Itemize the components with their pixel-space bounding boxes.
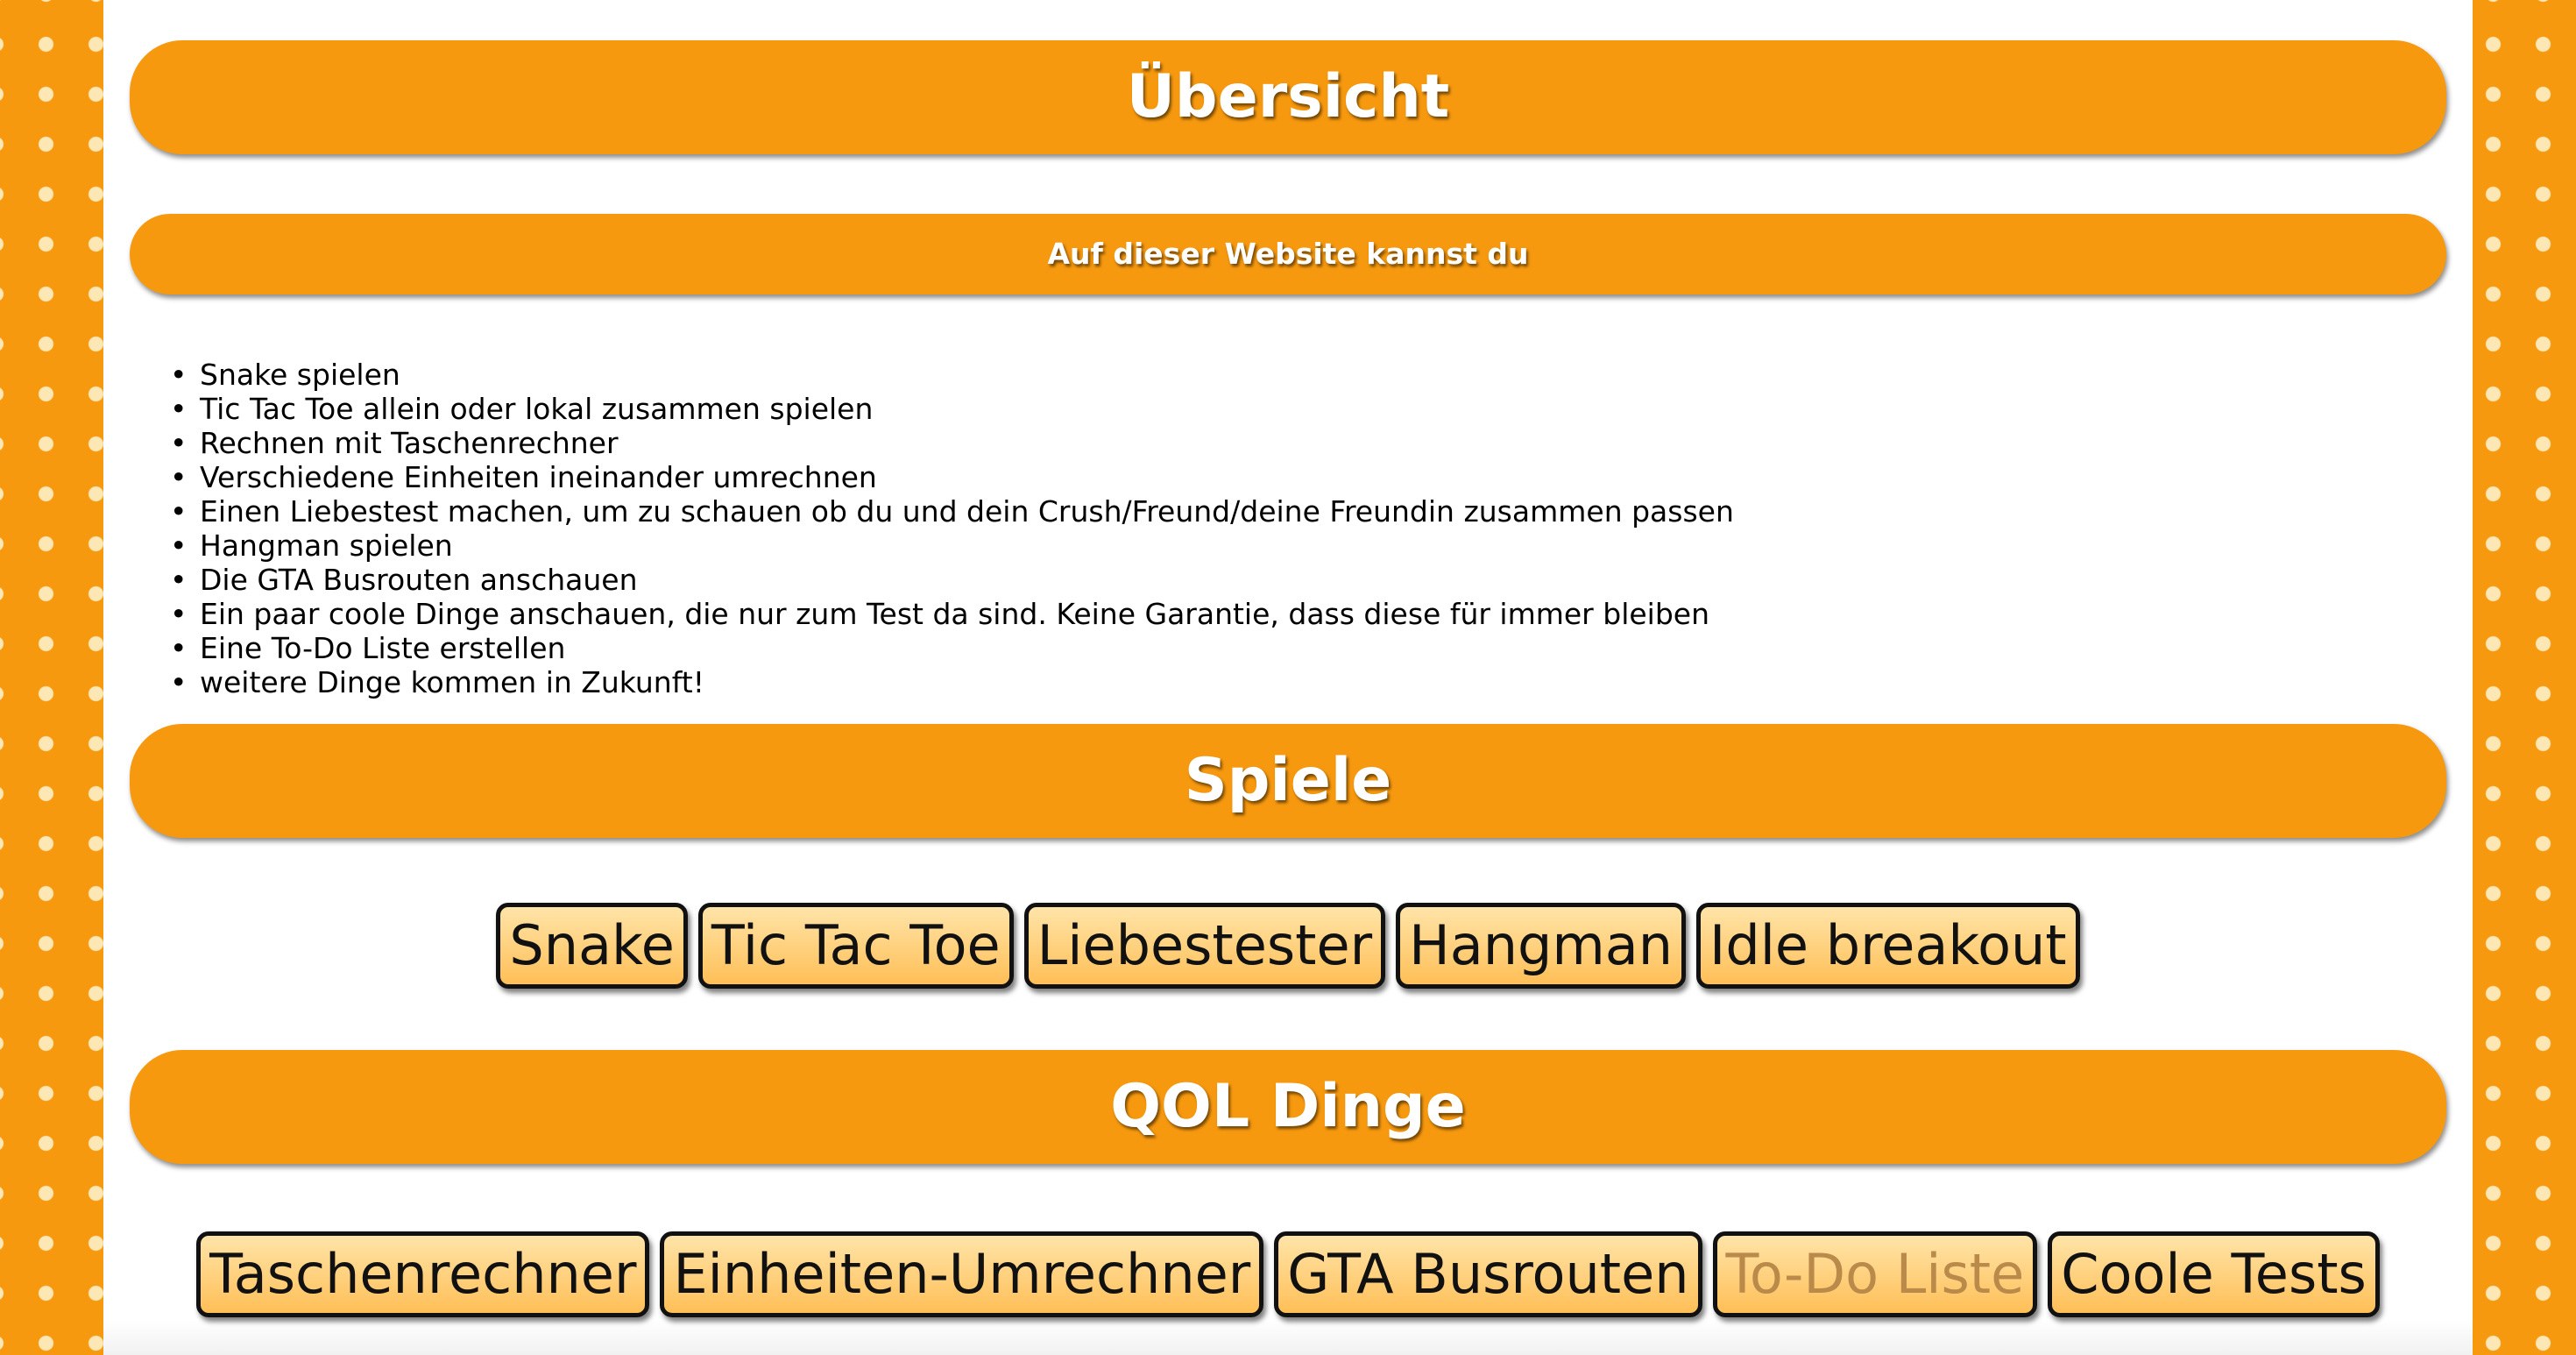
list-item: • Eine To-Do Liste erstellen bbox=[170, 631, 566, 665]
bullet-icon: • bbox=[170, 631, 188, 665]
bullet-icon: • bbox=[170, 426, 188, 460]
hangman-button[interactable]: Hangman bbox=[1396, 903, 1687, 989]
games-title-banner: Spiele bbox=[130, 724, 2446, 838]
list-item: • Rechnen mit Taschenrechner bbox=[170, 426, 619, 460]
bullet-icon: • bbox=[170, 563, 188, 597]
qol-title-banner: QOL Dinge bbox=[130, 1050, 2446, 1164]
list-item: • Snake spielen bbox=[170, 358, 400, 392]
list-item: • Tic Tac Toe allein oder lokal zusammen … bbox=[170, 392, 874, 426]
intro-heading-banner: Auf dieser Website kannst du bbox=[130, 214, 2446, 294]
coole-tests-button[interactable]: Coole Tests bbox=[2048, 1231, 2380, 1317]
list-item: • weitere Dinge kommen in Zukunft! bbox=[170, 665, 704, 699]
overview-title-banner: Übersicht bbox=[130, 40, 2446, 154]
bullet-icon: • bbox=[170, 597, 188, 631]
snake-button[interactable]: Snake bbox=[496, 903, 688, 989]
list-item: • Die GTA Busrouten anschauen bbox=[170, 563, 638, 597]
intro-heading: Auf dieser Website kannst du bbox=[1047, 237, 1529, 271]
todo-liste-button: To-Do Liste bbox=[1712, 1231, 2038, 1317]
overview-title: Übersicht bbox=[1126, 62, 1450, 131]
bullet-icon: • bbox=[170, 392, 188, 426]
bottom-fade bbox=[103, 1320, 2473, 1355]
bullet-icon: • bbox=[170, 529, 188, 563]
games-button-row: Snake Tic Tac Toe Liebestester Hangman I… bbox=[103, 903, 2473, 989]
qol-button-row: Taschenrechner Einheiten-Umrechner GTA B… bbox=[103, 1231, 2473, 1317]
list-item: • Hangman spielen bbox=[170, 529, 453, 563]
qol-title: QOL Dinge bbox=[1110, 1072, 1466, 1141]
list-item: • Verschiedene Einheiten ineinander umrec… bbox=[170, 460, 877, 494]
list-item: • Ein paar coole Dinge anschauen, die nur… bbox=[170, 597, 1709, 631]
gta-busrouten-button[interactable]: GTA Busrouten bbox=[1274, 1231, 1702, 1317]
einheiten-umrechner-button[interactable]: Einheiten-Umrechner bbox=[660, 1231, 1264, 1317]
bullet-icon: • bbox=[170, 460, 188, 494]
taschenrechner-button[interactable]: Taschenrechner bbox=[196, 1231, 650, 1317]
bullet-icon: • bbox=[170, 494, 188, 529]
games-title: Spiele bbox=[1184, 746, 1392, 815]
feature-list: • Snake spielen • Tic Tac Toe allein oder … bbox=[165, 358, 2446, 699]
page-content: Übersicht Auf dieser Website kannst du •… bbox=[103, 0, 2473, 1355]
idle-breakout-button[interactable]: Idle breakout bbox=[1696, 903, 2080, 989]
list-item: • Einen Liebestest machen, um zu schauen … bbox=[170, 494, 1734, 529]
bullet-icon: • bbox=[170, 665, 188, 699]
tic-tac-toe-button[interactable]: Tic Tac Toe bbox=[697, 903, 1014, 989]
liebestester-button[interactable]: Liebestester bbox=[1023, 903, 1386, 989]
bullet-icon: • bbox=[170, 358, 188, 392]
